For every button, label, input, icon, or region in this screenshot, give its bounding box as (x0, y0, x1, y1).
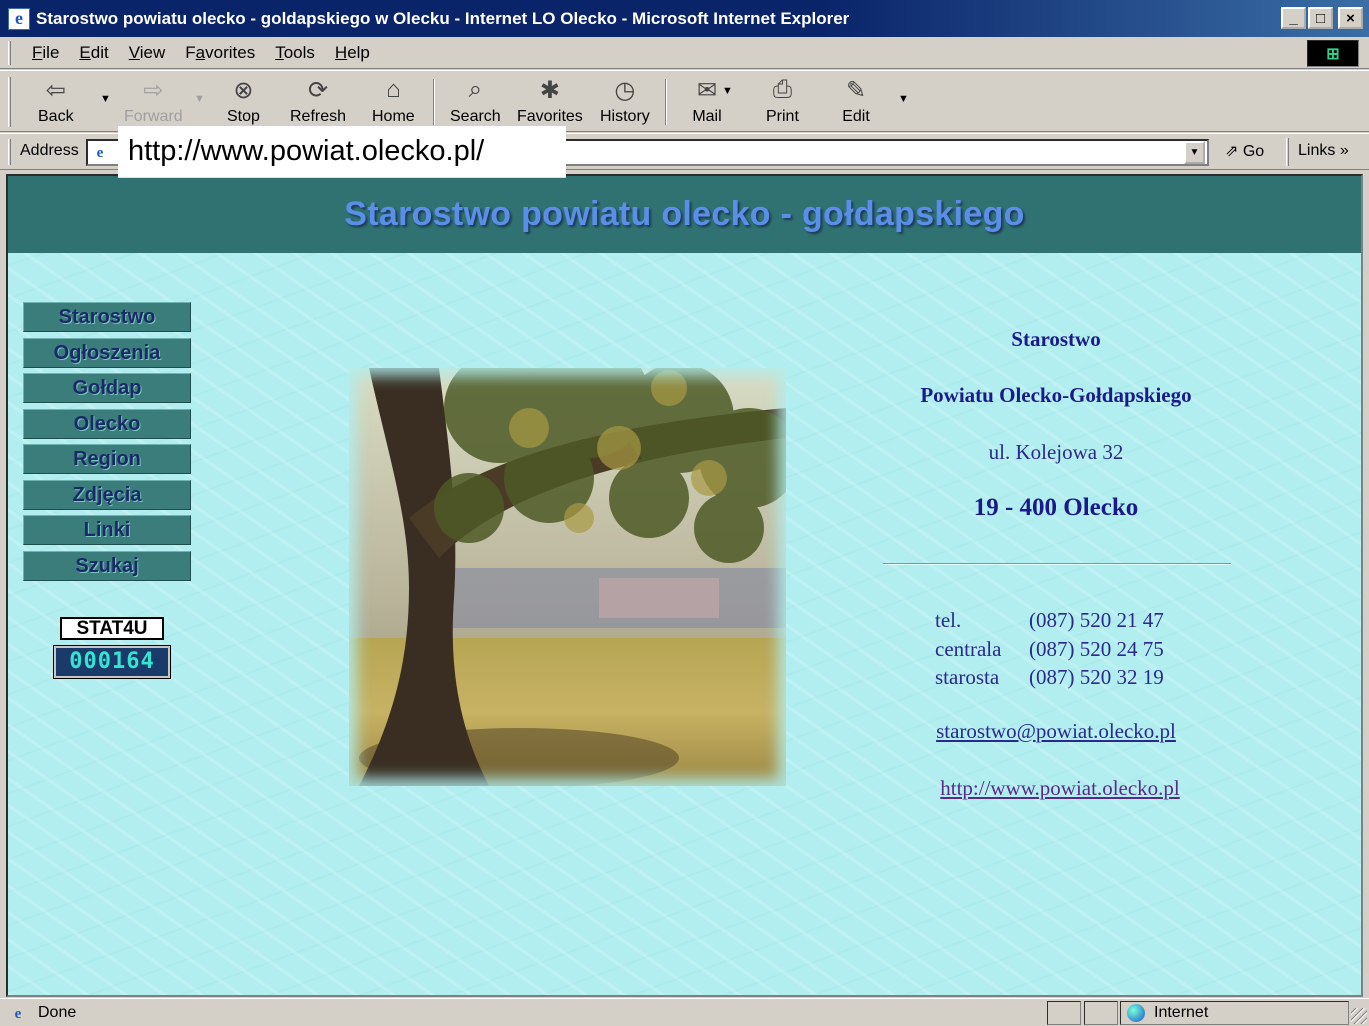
address-grip[interactable] (8, 139, 11, 165)
side-navigation: Starostwo Ogłoszenia Gołdap Olecko Regio… (23, 302, 191, 586)
resize-grip[interactable] (1351, 1008, 1367, 1024)
refresh-button[interactable]: ⟳ Refresh (290, 75, 346, 131)
menu-grip[interactable] (8, 41, 11, 65)
status-pane (1084, 1001, 1118, 1025)
refresh-icon: ⟳ (307, 76, 329, 104)
search-button[interactable]: ⌕ Search (450, 75, 501, 131)
security-zone: Internet (1154, 1004, 1209, 1021)
title-bar: e Starostwo powiatu olecko - goldapskieg… (0, 0, 1369, 37)
stop-button[interactable]: ⊗ Stop (227, 75, 260, 131)
back-dropdown-icon[interactable]: ▼ (100, 93, 111, 105)
toolbar-grip[interactable] (8, 77, 11, 127)
mail-button[interactable]: ✉ Mail (692, 75, 722, 131)
home-button[interactable]: ⌂ Home (372, 75, 415, 131)
windows-logo-icon: ⊞ (1307, 40, 1359, 67)
status-text: Done (38, 1004, 77, 1021)
menu-favorites[interactable]: Favorites (185, 43, 255, 63)
favorites-folder-icon: ✱ (539, 76, 560, 104)
divider (883, 563, 1231, 565)
ie-page-icon: e (8, 7, 30, 30)
forward-arrow-icon: ⇨ (143, 76, 164, 104)
toolbar-overflow-icon[interactable]: ▼ (898, 93, 909, 105)
stat4u-badge[interactable]: STAT4U (60, 617, 164, 640)
edit-icon: ✎ (845, 76, 867, 104)
phone-list: tel. (087) 520 21 47 centrala (087) 520 24… (935, 606, 1164, 692)
search-icon: ⌕ (468, 76, 483, 103)
nav-olecko[interactable]: Olecko (23, 408, 191, 439)
website-link[interactable]: http://www.powiat.olecko.pl (885, 776, 1235, 801)
menu-edit[interactable]: Edit (79, 43, 108, 63)
phone-row: tel. (087) 520 21 47 (935, 608, 1164, 632)
globe-icon (1127, 1004, 1145, 1022)
tree-photo-graphic (349, 368, 786, 786)
forward-dropdown-icon[interactable]: ▼ (194, 93, 205, 105)
menu-help[interactable]: Help (335, 43, 370, 63)
status-pane (1047, 1001, 1081, 1025)
window-title: Starostwo powiatu olecko - goldapskiego … (36, 8, 850, 28)
visit-counter: 000164 (53, 645, 171, 679)
address-label: Address (20, 142, 79, 159)
close-button[interactable]: × (1338, 7, 1363, 29)
page-banner: Starostwo powiatu olecko - gołdapskiego (8, 176, 1361, 253)
office-name: Starostwo (1011, 327, 1101, 351)
home-icon: ⌂ (386, 76, 401, 103)
postal-city: 19 - 400 Olecko (973, 494, 1139, 521)
nav-szukaj[interactable]: Szukaj (23, 550, 191, 581)
page-title: Starostwo powiatu olecko - gołdapskiego (344, 195, 1025, 233)
nav-zdjecia[interactable]: Zdjęcia (23, 479, 191, 510)
minimize-button[interactable]: _ (1281, 7, 1306, 29)
email-link[interactable]: starostwo@powiat.olecko.pl (881, 719, 1231, 744)
forward-button[interactable]: ⇨ Forward (124, 75, 183, 131)
address-dropdown-button[interactable]: ▼ (1184, 141, 1205, 164)
links-separator (1286, 138, 1289, 166)
menu-file[interactable]: File (32, 43, 59, 63)
mail-icon: ✉ (696, 76, 718, 104)
browser-viewport: Starostwo powiatu olecko - gołdapskiego … (6, 174, 1363, 997)
stop-icon: ⊗ (233, 76, 254, 104)
nav-linki[interactable]: Linki (23, 515, 191, 545)
toolbar-separator (433, 79, 435, 125)
menu-view[interactable]: View (129, 43, 166, 63)
address-url-input[interactable]: http://www.powiat.olecko.pl/ (118, 126, 566, 178)
page-done-icon: e (14, 1005, 22, 1022)
printer-icon: ⎙ (772, 76, 793, 103)
nav-ogloszenia[interactable]: Ogłoszenia (23, 337, 191, 368)
edit-button[interactable]: ✎ Edit (841, 75, 871, 131)
favorites-button[interactable]: ✱ Favorites (517, 75, 583, 131)
page-icon: e (96, 144, 104, 161)
history-button[interactable]: ◷ History (600, 75, 650, 131)
phone-row: starosta (087) 520 32 19 (935, 665, 1164, 689)
office-county: Powiatu Olecko-Gołdapskiego (920, 383, 1192, 407)
maximize-button[interactable]: □ (1308, 7, 1333, 29)
window-controls: _ □ × (1281, 7, 1363, 29)
standard-toolbar: ⇦ Back ▼ ⇨ Forward ▼ ⊗ Stop ⟳ Refresh ⌂ … (0, 70, 1369, 132)
back-button[interactable]: ⇦ Back (38, 75, 74, 131)
status-bar: e Done Internet (0, 998, 1369, 1026)
nav-goldap[interactable]: Gołdap (23, 373, 191, 403)
go-arrow-icon: ⇗ (1225, 143, 1239, 160)
street-address: ul. Kolejowa 32 (988, 440, 1124, 464)
menu-bar: File Edit View Favorites Tools Help ⊞ (0, 37, 1369, 69)
links-button[interactable]: Links » (1298, 142, 1349, 160)
back-arrow-icon: ⇦ (45, 76, 66, 104)
go-button[interactable]: ⇗ Go (1225, 141, 1264, 161)
print-button[interactable]: ⎙ Print (766, 75, 799, 131)
mail-dropdown-icon[interactable]: ▼ (722, 85, 733, 97)
menu-tools[interactable]: Tools (275, 43, 315, 63)
history-icon: ◷ (614, 76, 636, 104)
nav-region[interactable]: Region (23, 444, 191, 474)
phone-row: centrala (087) 520 24 75 (935, 636, 1164, 661)
chevron-right-icon: » (1339, 142, 1349, 159)
toolbar-separator (665, 79, 667, 125)
tree-photo (349, 368, 786, 786)
nav-starostwo[interactable]: Starostwo (23, 302, 191, 332)
